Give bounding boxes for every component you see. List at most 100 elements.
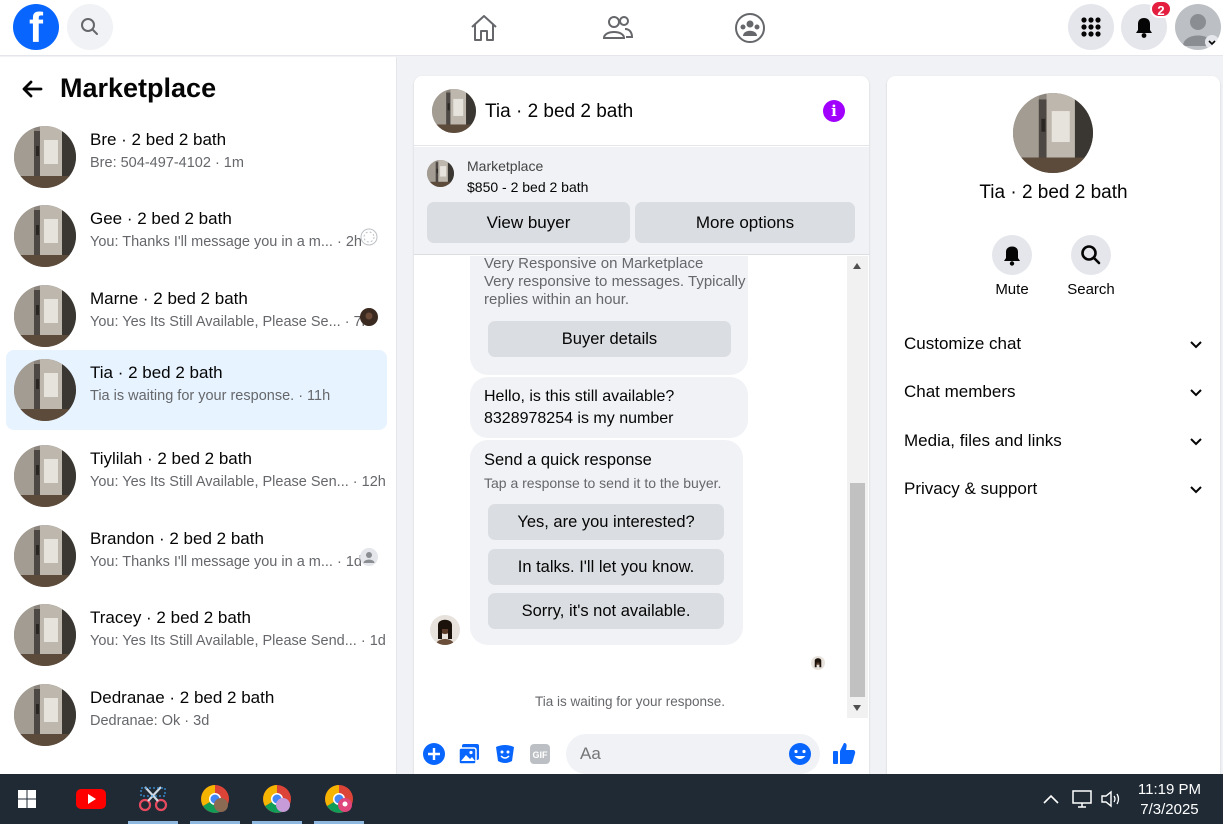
back-arrow-icon[interactable] (20, 77, 44, 101)
taskbar-chrome-3[interactable] (314, 774, 364, 824)
details-title: Tia · 2 bed 2 bath (979, 182, 1128, 203)
details-avatar[interactable] (1013, 93, 1093, 173)
read-receipt-avatar (360, 308, 378, 326)
start-button[interactable] (2, 774, 52, 824)
menu-button[interactable] (1068, 4, 1114, 50)
conversation-snippet: You: Yes Its Still Available, Please Se.… (90, 314, 370, 330)
home-nav[interactable] (466, 10, 502, 46)
marketplace-listing-panel: Marketplace $850 - 2 bed 2 bath View buy… (414, 147, 869, 255)
listing-price[interactable]: $850 - 2 bed 2 bath (467, 179, 588, 195)
emoji-icon[interactable] (788, 742, 812, 766)
section-media-files-links[interactable]: Media, files and links (904, 431, 1204, 451)
friends-nav[interactable] (600, 10, 636, 46)
conversation-item[interactable]: Tia · 2 bed 2 bath Tia is waiting for you… (6, 350, 387, 430)
conversation-name: Marne · 2 bed 2 bath (90, 289, 248, 308)
search-button[interactable] (67, 4, 113, 50)
clock-date: 7/3/2025 (1140, 801, 1199, 818)
system-clock[interactable]: 11:19 PM 7/3/2025 (1138, 780, 1201, 820)
chat-title[interactable]: Tia · 2 bed 2 bath (485, 101, 633, 123)
account-avatar[interactable] (1175, 4, 1221, 50)
sticker-icon[interactable] (494, 743, 516, 765)
conversation-item[interactable]: Marne · 2 bed 2 bath You: Yes Its Still A… (6, 276, 387, 356)
thumbs-up-icon[interactable] (832, 741, 856, 765)
section-customize-chat[interactable]: Customize chat (904, 334, 1204, 354)
waiting-status: Tia is waiting for your response. (534, 694, 726, 709)
youtube-icon (76, 789, 106, 809)
responsive-title: Very Responsive on Marketplace (484, 256, 704, 272)
taskbar-youtube[interactable] (66, 774, 116, 824)
chevron-down-icon (1190, 389, 1202, 397)
listing-thumbnail[interactable] (427, 160, 454, 187)
conversation-snippet: You: Yes Its Still Available, Please Sen… (90, 474, 386, 490)
conversation-snippet: Tia is waiting for your response. · 11h (90, 388, 331, 404)
chat-avatar[interactable] (432, 89, 476, 133)
search-label: Search (1067, 281, 1115, 298)
search-icon (1081, 245, 1101, 265)
bell-icon (1004, 246, 1020, 266)
groups-icon (735, 13, 765, 43)
top-nav: f 2 (0, 0, 1223, 56)
conversation-item[interactable]: Tiylilah · 2 bed 2 bath You: Yes Its Stil… (6, 436, 387, 516)
seen-avatar (811, 656, 825, 670)
search-in-chat-button[interactable] (1071, 235, 1111, 275)
volume-icon[interactable] (1100, 789, 1122, 809)
groups-nav[interactable] (732, 10, 768, 46)
conversation-details-panel: Tia · 2 bed 2 bath Mute Search Customize… (887, 76, 1220, 774)
conversation-item[interactable]: Dedranae · 2 bed 2 bath Dedranae: Ok · 3d (6, 675, 387, 755)
responsive-line-2: replies within an hour. (484, 291, 630, 308)
message-thread: Very Responsive on Marketplace Very resp… (414, 256, 846, 726)
scroll-up-arrow[interactable] (853, 263, 861, 269)
conversation-avatar (14, 684, 76, 746)
section-privacy-support[interactable]: Privacy & support (904, 479, 1204, 499)
buyer-profile-card: Very Responsive on Marketplace Very resp… (470, 256, 748, 375)
friends-icon (602, 16, 634, 39)
info-icon[interactable]: i (823, 100, 845, 122)
gif-icon[interactable]: GIF (529, 743, 551, 765)
more-options-button[interactable]: More options (635, 202, 855, 243)
network-icon[interactable] (1071, 789, 1093, 809)
svg-text:GIF: GIF (533, 750, 549, 760)
buyer-details-button[interactable]: Buyer details (488, 321, 731, 357)
photo-icon[interactable] (458, 743, 480, 765)
chevron-up-icon[interactable] (1042, 791, 1060, 807)
message-line-1: Hello, is this still available? (484, 388, 675, 405)
quick-response-subtitle: Tap a response to send it to the buyer. (484, 475, 722, 491)
conversation-avatar (14, 525, 76, 587)
message-line-2: 8328978254 is my number (484, 410, 674, 427)
taskbar-snipping-tool[interactable] (128, 774, 178, 824)
conversation-avatar (14, 126, 76, 188)
chevron-down-icon (1190, 486, 1202, 494)
conversation-name: Tracey · 2 bed 2 bath (90, 608, 251, 627)
view-buyer-button[interactable]: View buyer (427, 202, 630, 243)
conversation-item[interactable]: Brandon · 2 bed 2 bath You: Thanks I'll m… (6, 516, 387, 596)
scissors-icon (138, 786, 168, 812)
section-chat-members[interactable]: Chat members (904, 382, 1204, 402)
quick-response-yes[interactable]: Yes, are you interested? (488, 504, 724, 540)
quick-response-card: Send a quick response Tap a response to … (470, 440, 743, 645)
quick-response-sorry[interactable]: Sorry, it's not available. (488, 593, 724, 629)
page-title: Marketplace (60, 73, 217, 103)
scroll-thumb[interactable] (850, 483, 865, 697)
conversation-snippet: You: Thanks I'll message you in a m... ·… (90, 234, 362, 250)
chevron-down-icon (1190, 438, 1202, 446)
quick-response-in-talks[interactable]: In talks. I'll let you know. (488, 549, 724, 585)
taskbar-chrome-1[interactable] (190, 774, 240, 824)
read-receipt-avatar (360, 548, 378, 566)
facebook-logo[interactable]: f (13, 4, 59, 51)
taskbar-chrome-2[interactable] (252, 774, 302, 824)
conversation-name: Gee · 2 bed 2 bath (90, 209, 232, 228)
windows-taskbar: 11:19 PM 7/3/2025 (0, 774, 1223, 824)
conversation-snippet: Dedranae: Ok · 3d (90, 713, 210, 729)
chat-scrollbar[interactable] (847, 256, 868, 718)
mute-button[interactable] (992, 235, 1032, 275)
scroll-down-arrow[interactable] (853, 705, 861, 711)
plus-icon[interactable] (423, 743, 445, 765)
conversation-name: Brandon · 2 bed 2 bath (90, 529, 264, 548)
message-input[interactable] (566, 734, 820, 774)
chrome-icon (201, 785, 229, 813)
conversation-item[interactable]: Bre · 2 bed 2 bath Bre: 504-497-4102 · 1m (6, 117, 387, 197)
conversation-item[interactable]: Tracey · 2 bed 2 bath You: Yes Its Still … (6, 595, 387, 675)
section-label: Privacy & support (904, 479, 1038, 498)
conversation-item[interactable]: Gee · 2 bed 2 bath You: Thanks I'll messa… (6, 196, 387, 276)
conversation-snippet: You: Thanks I'll message you in a m... ·… (90, 554, 362, 570)
